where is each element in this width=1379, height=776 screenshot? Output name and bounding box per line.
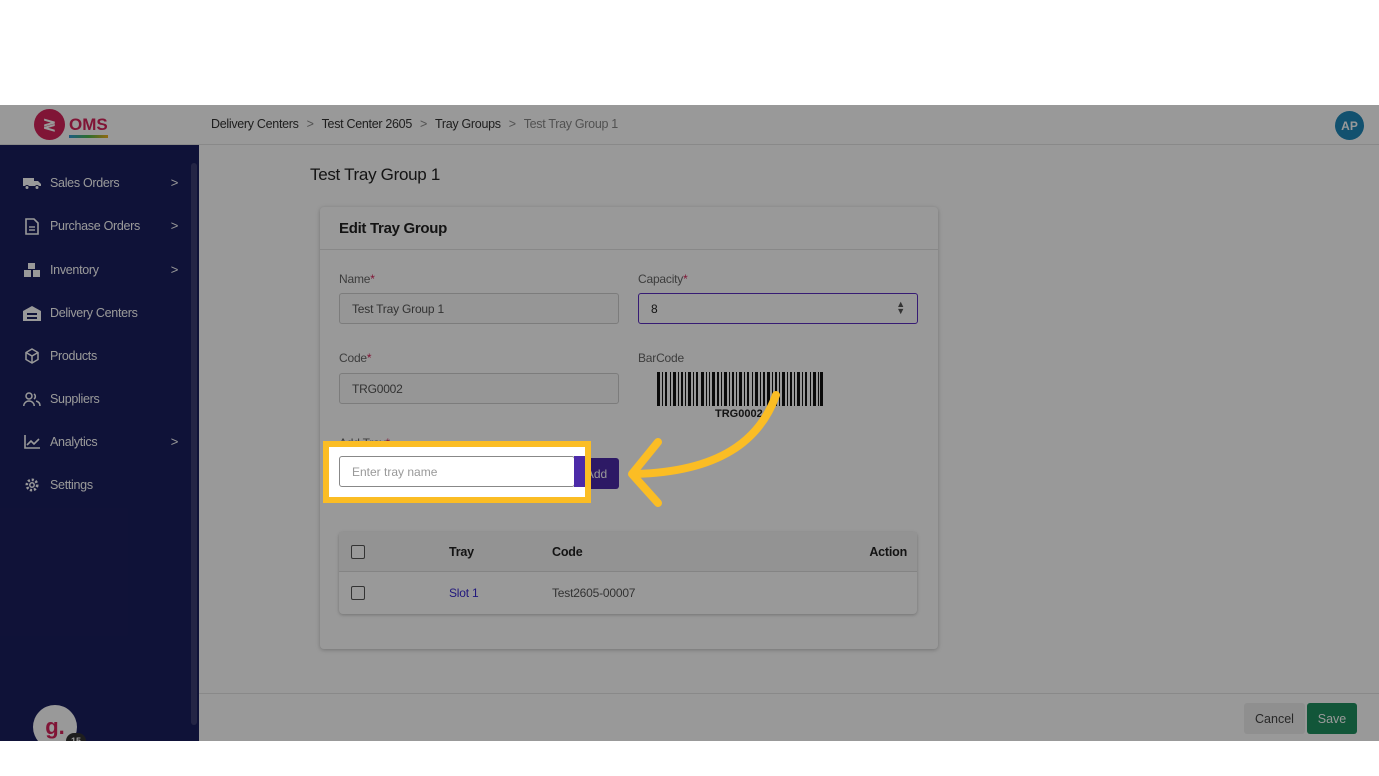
pointer-arrow-icon [628, 391, 780, 507]
app-window: ≷ OMS Delivery Centers > Test Center 260… [0, 105, 1379, 741]
